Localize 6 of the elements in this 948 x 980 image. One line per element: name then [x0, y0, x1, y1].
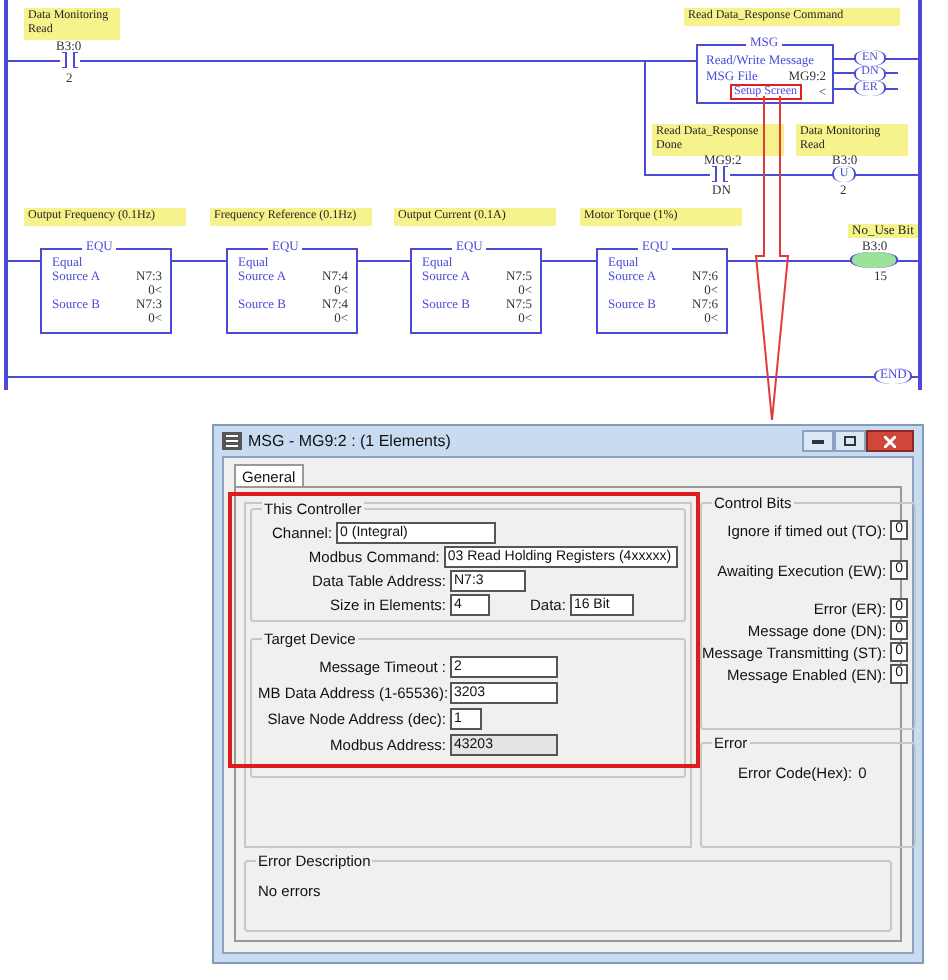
maximize-button[interactable]: [834, 430, 866, 452]
window-title: MSG - MG9:2 : (1 Elements): [248, 431, 451, 451]
minimize-button[interactable]: [802, 430, 834, 452]
close-button[interactable]: [866, 430, 914, 452]
close-icon: [884, 435, 896, 447]
ladder-icon: [222, 432, 242, 450]
